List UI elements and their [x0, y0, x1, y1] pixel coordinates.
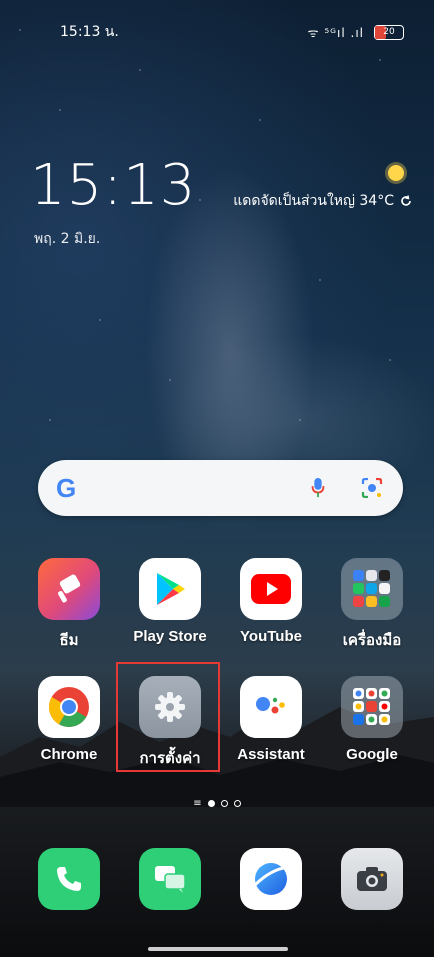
gesture-nav-bar[interactable]: [148, 947, 288, 951]
home-screen: 15:13 น. ᯤ ⁵ᴳıl .ıl 20 15:13 พฤ. 2 มิ.ย.…: [0, 0, 434, 957]
mic-icon[interactable]: [311, 478, 325, 498]
status-bar: 15:13 น. ᯤ ⁵ᴳıl .ıl 20: [60, 20, 404, 44]
app-folder-google[interactable]: Google: [327, 676, 417, 763]
browser-icon: [253, 863, 290, 895]
refresh-icon[interactable]: [400, 195, 412, 207]
page-dot[interactable]: [220, 800, 228, 807]
dock-browser[interactable]: [240, 848, 302, 910]
weather-widget[interactable]: แดดจัดเป็นส่วนใหญ่ 34°C: [233, 190, 412, 212]
app-label: YouTube: [240, 628, 302, 645]
app-label: Assistant: [237, 746, 305, 763]
app-drawer-lines-icon[interactable]: ≡: [193, 798, 201, 809]
settings-highlight-box: [116, 662, 220, 772]
app-assistant[interactable]: Assistant: [226, 676, 316, 763]
camera-icon: [357, 867, 387, 891]
dock-messages[interactable]: [139, 848, 201, 910]
app-label: Chrome: [40, 746, 98, 763]
app-chrome[interactable]: Chrome: [24, 676, 114, 763]
dock-phone[interactable]: [38, 848, 100, 910]
weather-text: แดดจัดเป็นส่วนใหญ่ 34°C: [233, 193, 394, 209]
messages-icon: [155, 866, 186, 893]
dock-camera[interactable]: [341, 848, 403, 910]
chrome-icon: [38, 676, 100, 738]
assistant-icon: [240, 676, 302, 738]
app-label: ธีม: [59, 632, 79, 649]
tools-folder-icon: [341, 558, 403, 620]
app-youtube[interactable]: YouTube: [226, 558, 316, 645]
clock-widget-time[interactable]: 15:13: [30, 153, 196, 218]
sun-icon: [388, 165, 404, 181]
page-dot[interactable]: [233, 800, 241, 807]
page-indicator[interactable]: ≡: [0, 798, 434, 809]
status-icons: ᯤ ⁵ᴳıl .ıl 20: [308, 24, 404, 41]
app-folder-tools[interactable]: เครื่องมือ: [327, 558, 417, 652]
app-label: เครื่องมือ: [342, 632, 402, 649]
google-search-bar[interactable]: G: [38, 460, 403, 516]
camera-lens-icon[interactable]: [361, 478, 383, 498]
app-label: Play Store: [133, 628, 207, 645]
app-label: Google: [346, 746, 398, 763]
app-play-store[interactable]: Play Store: [125, 558, 215, 645]
youtube-icon: [240, 558, 302, 620]
battery-icon: 20: [374, 24, 404, 40]
theme-icon: [38, 558, 100, 620]
phone-icon: [57, 867, 81, 891]
clock-widget-date: พฤ. 2 มิ.ย.: [34, 231, 101, 247]
google-logo: G: [56, 472, 77, 503]
app-theme[interactable]: ธีม: [24, 558, 114, 652]
page-dot-active[interactable]: [207, 800, 215, 807]
status-time: 15:13 น.: [60, 24, 119, 40]
play-store-icon: [139, 558, 201, 620]
google-folder-icon: [341, 676, 403, 738]
signal-icon: ᯤ ⁵ᴳıl .ıl: [307, 25, 364, 40]
